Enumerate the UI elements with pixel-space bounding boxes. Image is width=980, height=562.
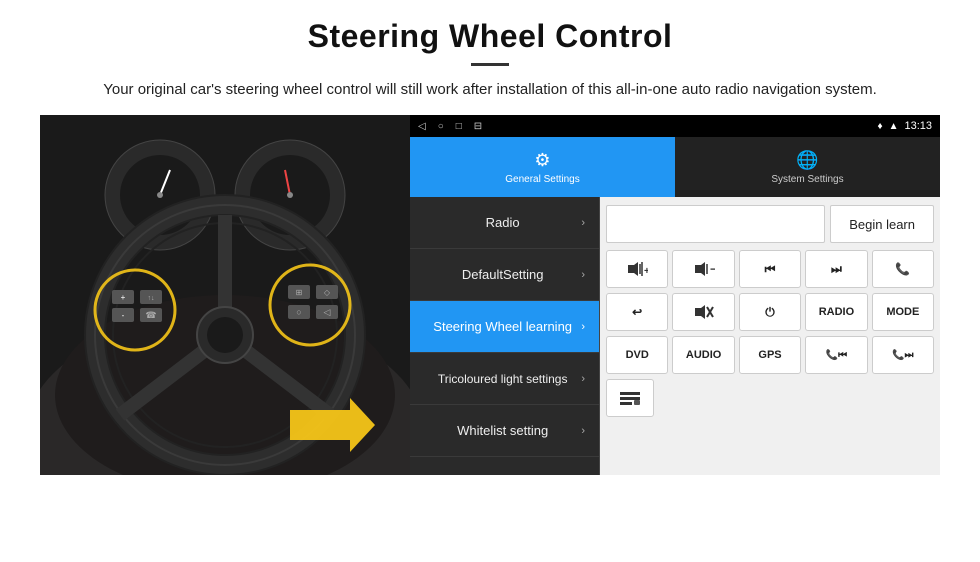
svg-text:+: +: [121, 293, 126, 302]
learn-input-field[interactable]: [606, 205, 825, 243]
menu-icon[interactable]: ⊟: [474, 121, 482, 132]
svg-text:⊞: ⊞: [296, 288, 303, 297]
clock: 13:13: [904, 120, 932, 132]
home-icon[interactable]: ○: [438, 121, 444, 132]
content-row: + - ↑↓ ☎ ⊞ ◇ ○ ◁: [40, 115, 940, 475]
tab-system-settings[interactable]: 🌐 System Settings: [675, 137, 940, 197]
mode-button[interactable]: MODE: [872, 293, 934, 331]
next-track-button[interactable]: ⏭: [805, 250, 867, 288]
menu-item-radio[interactable]: Radio ›: [410, 197, 599, 249]
tel-prev-button[interactable]: 📞⏮: [805, 336, 867, 374]
hang-up-button[interactable]: ↩: [606, 293, 668, 331]
svg-text:☎: ☎: [145, 310, 156, 320]
gps-icon: ♦: [877, 121, 882, 132]
gear-icon: ⚙: [534, 150, 550, 171]
begin-learn-button[interactable]: Begin learn: [830, 205, 934, 243]
begin-learn-row: Begin learn: [606, 203, 934, 245]
recents-icon[interactable]: □: [456, 121, 462, 132]
android-ui: ◁ ○ □ ⊟ ♦ ▲ 13:13 ⚙ General Settings: [410, 115, 940, 475]
status-bar-nav-icons: ◁ ○ □ ⊟: [418, 121, 482, 132]
main-content: Radio › DefaultSetting › Steering Wheel …: [410, 197, 940, 475]
menu-item-tricoloured[interactable]: Tricoloured light settings ›: [410, 353, 599, 405]
bottom-icon-row: [606, 379, 934, 417]
chevron-right-icon: ›: [581, 269, 585, 281]
power-button[interactable]: ⏻: [739, 293, 801, 331]
svg-text:↑↓: ↑↓: [148, 295, 155, 302]
chevron-right-icon: ›: [581, 321, 585, 333]
title-divider: [471, 63, 509, 66]
svg-text:○: ○: [296, 307, 301, 317]
vol-down-button[interactable]: −: [672, 250, 734, 288]
right-panel: Begin learn + − ⏮ ⏭ 📞: [600, 197, 940, 475]
wifi-icon: ▲: [889, 121, 899, 132]
status-bar-info: ♦ ▲ 13:13: [877, 120, 932, 132]
control-btn-row-1: + − ⏮ ⏭ 📞: [606, 250, 934, 288]
mute-button[interactable]: [672, 293, 734, 331]
menu-item-whitelist[interactable]: Whitelist setting ›: [410, 405, 599, 457]
svg-text:◁: ◁: [324, 307, 331, 317]
svg-text:◇: ◇: [324, 288, 331, 297]
tab-general-settings[interactable]: ⚙ General Settings: [410, 137, 675, 197]
dvd-button[interactable]: DVD: [606, 336, 668, 374]
status-bar: ◁ ○ □ ⊟ ♦ ▲ 13:13: [410, 115, 940, 137]
back-icon[interactable]: ◁: [418, 121, 426, 132]
page-title: Steering Wheel Control: [308, 18, 673, 55]
menu-item-default-setting[interactable]: DefaultSetting ›: [410, 249, 599, 301]
radio-button[interactable]: RADIO: [805, 293, 867, 331]
control-btn-row-2: ↩ ⏻ RADIO MODE: [606, 293, 934, 331]
prev-track-button[interactable]: ⏮: [739, 250, 801, 288]
page-subtitle: Your original car's steering wheel contr…: [103, 78, 877, 101]
svg-text:+: +: [644, 266, 648, 277]
vol-up-button[interactable]: +: [606, 250, 668, 288]
chevron-right-icon: ›: [581, 373, 585, 385]
tab-bar: ⚙ General Settings 🌐 System Settings: [410, 137, 940, 197]
phone-answer-button[interactable]: 📞: [872, 250, 934, 288]
menu-item-steering-wheel[interactable]: Steering Wheel learning ›: [410, 301, 599, 353]
svg-text:-: -: [122, 311, 125, 320]
chevron-right-icon: ›: [581, 425, 585, 437]
svg-text:−: −: [710, 262, 715, 276]
control-btn-row-3: DVD AUDIO GPS 📞⏮ 📞⏭: [606, 336, 934, 374]
globe-icon: 🌐: [796, 150, 818, 171]
left-menu: Radio › DefaultSetting › Steering Wheel …: [410, 197, 600, 475]
list-icon-button[interactable]: [606, 379, 654, 417]
steering-wheel-image: + - ↑↓ ☎ ⊞ ◇ ○ ◁: [40, 115, 410, 475]
tel-next-button[interactable]: 📞⏭: [872, 336, 934, 374]
gps-button[interactable]: GPS: [739, 336, 801, 374]
chevron-right-icon: ›: [581, 217, 585, 229]
audio-button[interactable]: AUDIO: [672, 336, 734, 374]
